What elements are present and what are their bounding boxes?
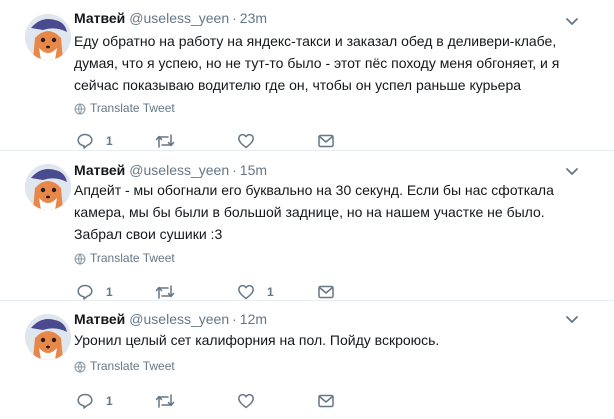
tweet-header: Матвей @useless_yeen · 15m bbox=[74, 161, 267, 179]
translate-label: Translate Tweet bbox=[90, 359, 175, 373]
retweet-icon bbox=[155, 132, 175, 150]
retweet-icon bbox=[155, 392, 175, 410]
separator-dot: · bbox=[232, 10, 237, 26]
chevron-down-icon[interactable] bbox=[565, 312, 579, 326]
tweet-header: Матвей @useless_yeen · 23m bbox=[74, 9, 267, 27]
reply-icon bbox=[76, 283, 94, 301]
reply-button[interactable]: 1 bbox=[76, 392, 113, 410]
tweet-timeline: Матвей @useless_yeen · 23m Еду обратно на р… bbox=[0, 0, 614, 418]
envelope-icon bbox=[317, 392, 335, 410]
user-handle[interactable]: @useless_yeen bbox=[129, 311, 229, 327]
reply-count: 1 bbox=[106, 134, 113, 148]
like-button[interactable] bbox=[237, 132, 267, 150]
retweet-button[interactable] bbox=[155, 283, 187, 301]
user-handle[interactable]: @useless_yeen bbox=[129, 162, 229, 178]
reply-count: 1 bbox=[106, 285, 113, 299]
reply-button[interactable]: 1 bbox=[76, 132, 113, 150]
reply-count: 1 bbox=[106, 394, 113, 408]
reply-icon bbox=[76, 392, 94, 410]
retweet-icon bbox=[155, 283, 175, 301]
envelope-icon bbox=[317, 283, 335, 301]
tweet[interactable]: Матвей @useless_yeen · 23m Еду обратно на р… bbox=[0, 0, 614, 150]
envelope-icon bbox=[317, 132, 335, 150]
timestamp[interactable]: 23m bbox=[240, 10, 267, 26]
tweet-header: Матвей @useless_yeen · 12m bbox=[74, 310, 267, 328]
chevron-down-icon[interactable] bbox=[565, 14, 579, 28]
tweet-text: Апдейт - мы обогнали его буквально на 30… bbox=[74, 182, 554, 242]
avatar[interactable] bbox=[25, 314, 71, 360]
display-name[interactable]: Матвей bbox=[74, 10, 125, 26]
tweet-text: Уронил целый сет калифорния на пол. Пойд… bbox=[74, 332, 440, 348]
display-name[interactable]: Матвей bbox=[74, 162, 125, 178]
tweet[interactable]: Матвей @useless_yeen · 15m Апдейт - мы обог… bbox=[0, 150, 614, 301]
separator-dot: · bbox=[232, 162, 237, 178]
separator-dot: · bbox=[232, 311, 237, 327]
translate-tweet-link[interactable]: Translate Tweet bbox=[74, 358, 175, 374]
timestamp[interactable]: 12m bbox=[240, 311, 267, 327]
direct-message-button[interactable] bbox=[317, 392, 335, 410]
avatar[interactable] bbox=[25, 14, 71, 60]
translate-label: Translate Tweet bbox=[90, 101, 175, 115]
retweet-button[interactable] bbox=[155, 132, 187, 150]
reply-button[interactable]: 1 bbox=[76, 283, 113, 301]
globe-icon bbox=[74, 361, 86, 373]
user-handle[interactable]: @useless_yeen bbox=[129, 10, 229, 26]
heart-icon bbox=[237, 283, 255, 301]
retweet-button[interactable] bbox=[155, 392, 187, 410]
like-button[interactable]: 1 bbox=[237, 283, 274, 301]
heart-icon bbox=[237, 392, 255, 410]
direct-message-button[interactable] bbox=[317, 283, 335, 301]
like-count: 1 bbox=[267, 285, 274, 299]
heart-icon bbox=[237, 132, 255, 150]
display-name[interactable]: Матвей bbox=[74, 311, 125, 327]
translate-tweet-link[interactable]: Translate Tweet bbox=[74, 100, 175, 116]
translate-tweet-link[interactable]: Translate Tweet bbox=[74, 250, 175, 266]
avatar[interactable] bbox=[25, 164, 71, 210]
tweet-text: Еду обратно на работу на яндекс-такси и … bbox=[74, 33, 560, 93]
globe-icon bbox=[74, 253, 86, 265]
chevron-down-icon[interactable] bbox=[565, 164, 579, 178]
direct-message-button[interactable] bbox=[317, 132, 335, 150]
like-button[interactable] bbox=[237, 392, 267, 410]
reply-icon bbox=[76, 132, 94, 150]
timestamp[interactable]: 15m bbox=[240, 162, 267, 178]
translate-label: Translate Tweet bbox=[90, 251, 175, 265]
tweet[interactable]: Матвей @useless_yeen · 12m Уронил целый сет… bbox=[0, 300, 614, 419]
globe-icon bbox=[74, 103, 86, 115]
